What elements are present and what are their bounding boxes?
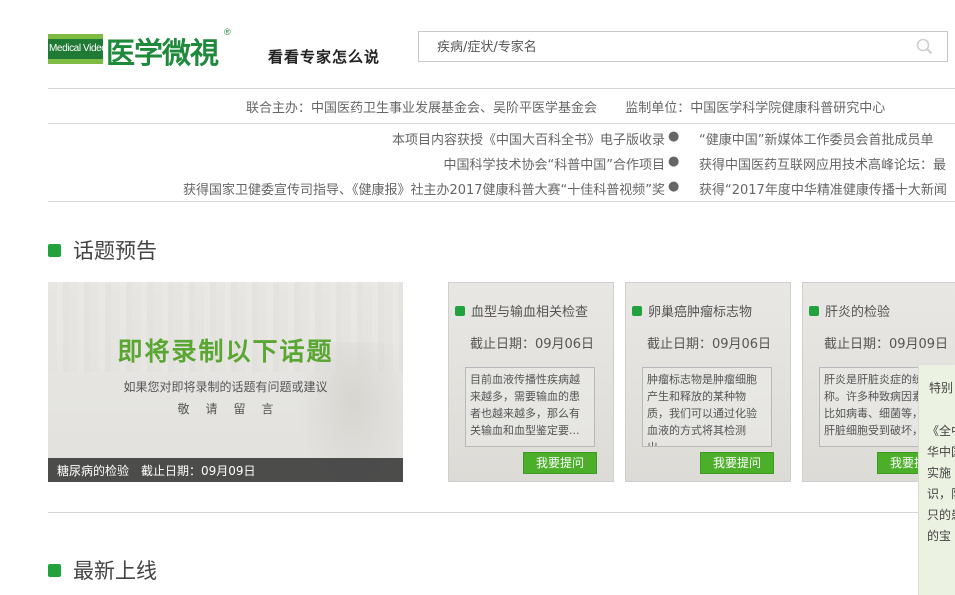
sponsor-info: 联合主办：中国医药卫生事业发展基金会、吴阶平医学基金会 监制单位：中国医学科学院…	[246, 97, 885, 116]
ask-question-button[interactable]: 我要提问	[700, 452, 774, 474]
logo-badge-text: Medical Video	[49, 43, 107, 54]
ticker-left[interactable]: 中国科学技术协会“科普中国”合作项目	[444, 154, 665, 173]
section-title-latest: 最新上线	[48, 555, 157, 585]
site-slogan: 看看专家怎么说	[268, 48, 381, 66]
ticker-right[interactable]: 获得“2017年度中华精准健康传播十大新闻	[699, 179, 947, 198]
card-title: 肝炎的检验	[809, 301, 890, 320]
topic-banner[interactable]: 即将录制以下话题 如果您对即将录制的话题有问题或建议 敬请留言 糖尿病的检验 截…	[48, 282, 403, 482]
topic-card[interactable]: 卵巢癌肿瘤标志物 截止日期：09月06日 肿瘤标志物是肿瘤细胞产生和释放的某种物…	[625, 282, 791, 482]
card-marker	[809, 306, 819, 316]
card-deadline: 截止日期：09月06日	[469, 337, 595, 352]
banner-title: 即将录制以下话题	[117, 337, 334, 366]
section-marker	[48, 244, 61, 257]
divider	[48, 201, 955, 202]
banner-subtitle: 如果您对即将录制的话题有问题或建议	[123, 380, 328, 394]
ticker-left[interactable]: 本项目内容获授《中国大百科全书》电子版收录	[392, 129, 665, 148]
search-icon[interactable]	[916, 38, 933, 55]
logo-stripe	[48, 59, 103, 64]
notice-text: 《全中华中国实施识，队只的患的宝	[927, 424, 955, 543]
notice-popup[interactable]: 特别 《全中华中国实施识，队只的患的宝	[918, 365, 955, 595]
divider	[48, 512, 955, 513]
search-input[interactable]	[437, 38, 897, 56]
honor-ticker: 本项目内容获授《中国大百科全书》电子版收录 ● “健康中国”新媒体工作委员会首批…	[0, 129, 955, 199]
card-deadline: 截止日期：09月09日	[823, 337, 949, 352]
banner-subtitle-2: 敬请留言	[177, 402, 290, 416]
banner-caption: 糖尿病的检验 截止日期：09月09日	[57, 464, 256, 478]
ticker-right[interactable]: “健康中国”新媒体工作委员会首批成员单	[699, 129, 933, 148]
card-title-text: 肝炎的检验	[825, 305, 891, 320]
ticker-left[interactable]: 获得国家卫健委宣传司指导、《健康报》社主办2017健康科普大赛“十佳科普视频”奖	[183, 179, 665, 198]
card-description: 肿瘤标志物是肿瘤细胞产生和释放的某种物质，我们可以通过化验血液的方式将其检测出.…	[642, 367, 772, 447]
logo-name: 医学微視	[106, 36, 219, 70]
ticker-sep: ●	[668, 154, 680, 169]
logo-registered-mark: ®	[224, 27, 231, 37]
logo-stripe	[48, 34, 103, 39]
card-deadline: 截止日期：09月06日	[646, 337, 772, 352]
ask-question-button[interactable]: 我要提问	[523, 452, 597, 474]
card-marker	[455, 306, 465, 316]
ticker-right[interactable]: 获得中国医药互联网应用技术高峰论坛：最	[699, 154, 946, 173]
card-marker	[632, 306, 642, 316]
search-box[interactable]	[418, 31, 948, 62]
logo-badge: Medical Video	[48, 34, 107, 64]
notice-title: 特别	[929, 381, 954, 395]
card-title: 卵巢癌肿瘤标志物	[632, 301, 752, 320]
section-title-preview: 话题预告	[48, 235, 157, 265]
card-title-text: 卵巢癌肿瘤标志物	[648, 305, 753, 320]
section-title-text: 最新上线	[73, 559, 157, 583]
divider	[48, 123, 955, 124]
notice-body: 《全中华中国实施识，队只的患的宝	[927, 421, 955, 547]
host-text: 联合主办：中国医药卫生事业发展基金会、吴阶平医学基金会	[246, 101, 598, 116]
divider	[48, 88, 955, 89]
card-title-text: 血型与输血相关检查	[471, 305, 589, 320]
supervisor-text: 监制单位：中国医学科学院健康科普研究中心	[625, 101, 886, 116]
section-marker	[48, 564, 61, 577]
card-title: 血型与输血相关检查	[455, 301, 588, 320]
topic-card[interactable]: 血型与输血相关检查 截止日期：09月06日 目前血液传播性疾病越来越多，需要输血…	[448, 282, 614, 482]
section-title-text: 话题预告	[73, 239, 157, 263]
site-logo[interactable]: Medical Video 医学微視 ®	[48, 27, 238, 70]
ticker-sep: ●	[668, 179, 680, 194]
card-description: 目前血液传播性疾病越来越多，需要输血的患者也越来越多，那么有关输血和血型鉴定要.…	[465, 367, 595, 447]
ticker-sep: ●	[668, 129, 680, 144]
banner-caption-bar: 糖尿病的检验 截止日期：09月09日	[48, 458, 403, 482]
